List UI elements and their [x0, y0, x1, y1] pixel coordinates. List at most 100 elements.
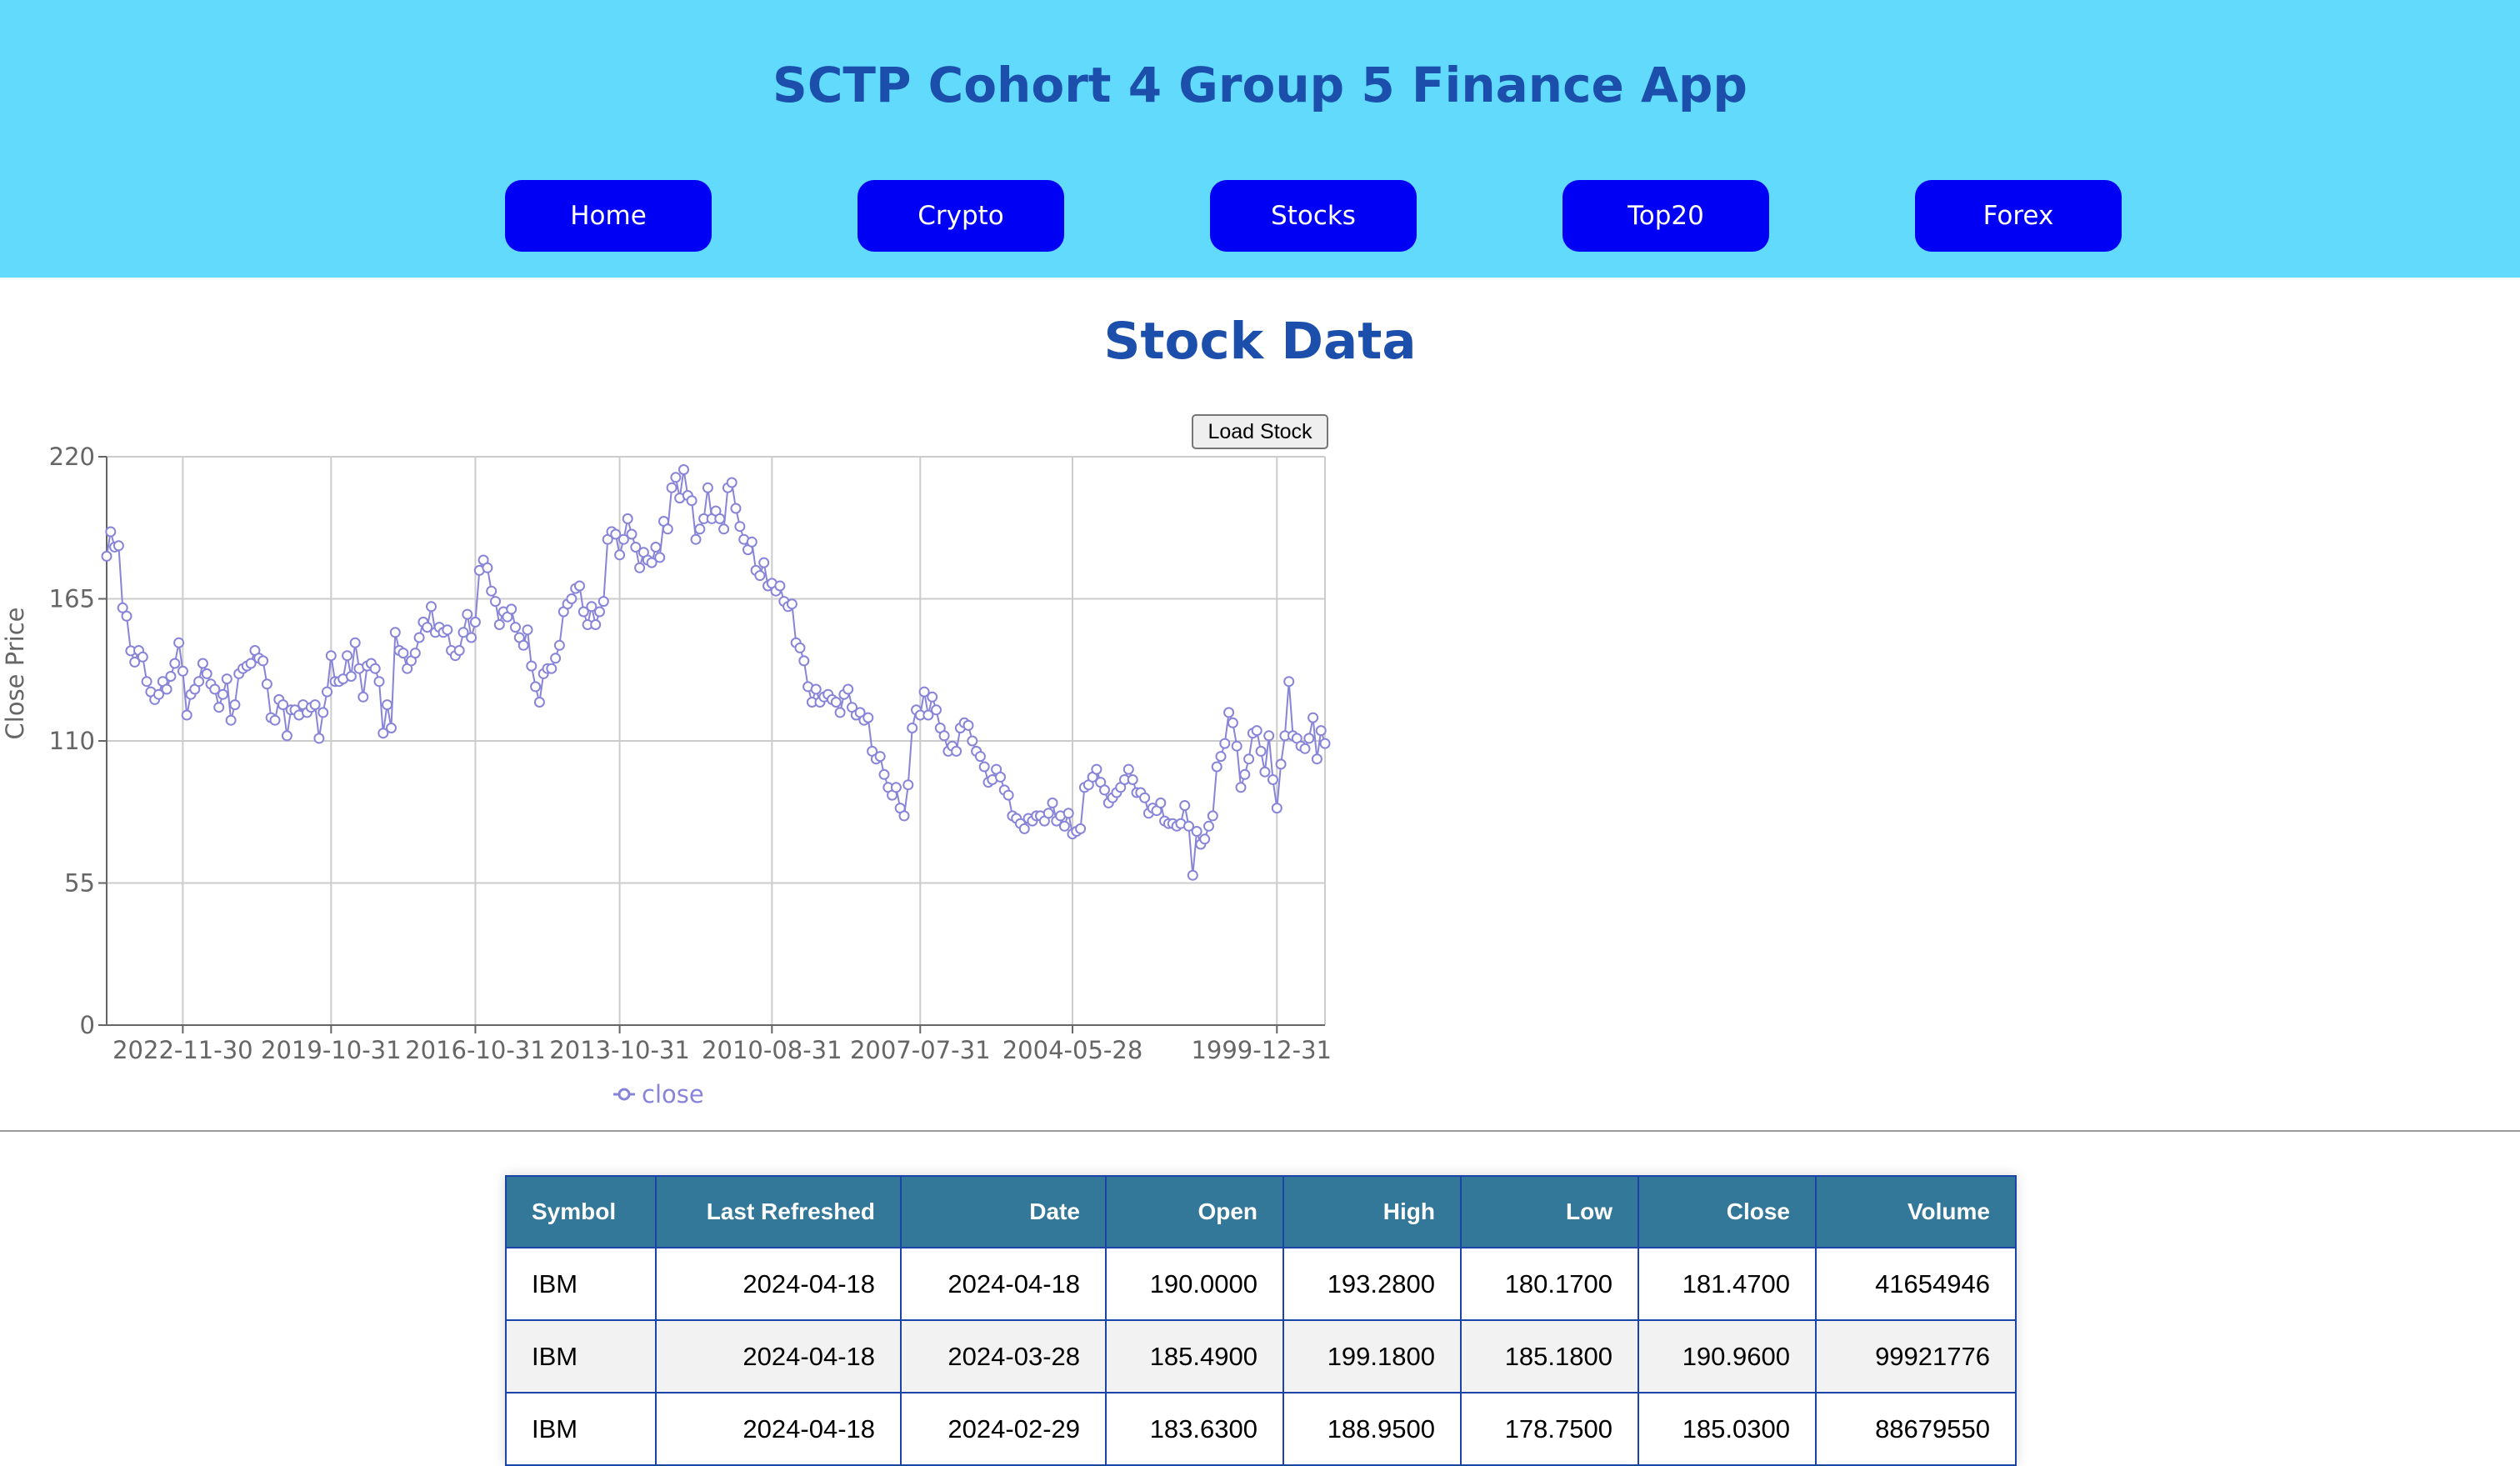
data-point: [373, 676, 385, 688]
data-point: [229, 699, 241, 711]
data-point: [1299, 743, 1311, 754]
x-tick-label: 2022-11-30: [112, 1036, 253, 1064]
column-header-high[interactable]: High: [1282, 1175, 1462, 1248]
y-tick-labels: 0 55 110 165 220: [49, 443, 107, 1039]
nav-crypto-button[interactable]: Crypto: [858, 180, 1064, 252]
data-point: [938, 730, 950, 742]
data-point: [553, 639, 565, 651]
data-point: [1223, 707, 1235, 718]
data-point: [1203, 820, 1214, 832]
data-point: [678, 464, 689, 475]
data-point: [382, 699, 393, 711]
nav-home-button[interactable]: Home: [505, 180, 712, 252]
data-point: [974, 751, 986, 763]
nav-stocks-button[interactable]: Stocks: [1210, 180, 1417, 252]
data-point: [654, 552, 666, 563]
data-point: [313, 733, 325, 744]
x-tick-label: 2019-10-31: [261, 1036, 402, 1064]
y-tick-label: 220: [49, 443, 95, 471]
cell-high: 188.9500: [1282, 1392, 1462, 1466]
data-point: [533, 697, 545, 708]
data-point: [1219, 738, 1231, 749]
data-point: [522, 624, 533, 636]
data-point: [614, 549, 626, 561]
data-point: [281, 730, 292, 742]
data-point: [995, 771, 1006, 783]
y-tick-label: 55: [64, 869, 95, 898]
stock-data-table: Symbol Last Refreshed Date Open High Low…: [505, 1175, 2017, 1466]
data-point: [890, 782, 902, 793]
data-point: [177, 665, 188, 677]
data-point: [1215, 751, 1227, 763]
y-tick-label: 0: [80, 1011, 95, 1039]
column-header-symbol[interactable]: Symbol: [505, 1175, 657, 1248]
column-header-volume[interactable]: Volume: [1815, 1175, 2017, 1248]
data-point: [1091, 763, 1102, 775]
data-point: [1268, 774, 1278, 785]
data-point: [369, 663, 381, 674]
data-point: [101, 550, 112, 562]
x-tick-labels: 2022-11-30 2019-10-31 2016-10-31 2013-10-31…: [112, 1025, 1332, 1064]
data-point: [786, 598, 798, 610]
data-point: [810, 683, 822, 695]
data-point: [1235, 782, 1247, 793]
data-point: [1315, 725, 1327, 737]
data-point: [622, 513, 633, 524]
data-point: [1062, 808, 1074, 819]
cell-high: 193.2800: [1282, 1247, 1462, 1321]
data-point: [730, 503, 742, 514]
data-point: [486, 585, 498, 597]
data-point: [907, 723, 918, 733]
column-header-open[interactable]: Open: [1105, 1175, 1284, 1248]
data-point: [714, 513, 726, 524]
data-point: [1303, 733, 1315, 744]
cell-low: 180.1700: [1460, 1247, 1639, 1321]
data-point: [546, 663, 558, 674]
data-point: [1275, 758, 1287, 770]
data-point: [518, 639, 529, 651]
nav-top20-button[interactable]: Top20: [1562, 180, 1769, 252]
column-header-low[interactable]: Low: [1460, 1175, 1639, 1248]
cell-volume: 88679550: [1815, 1392, 2017, 1466]
data-point: [694, 523, 706, 535]
data-point: [550, 653, 562, 664]
data-point: [269, 714, 281, 726]
data-point: [221, 673, 232, 685]
data-point: [218, 688, 228, 700]
column-header-close[interactable]: Close: [1638, 1175, 1817, 1248]
data-point: [197, 658, 208, 669]
data-point: [1311, 753, 1322, 765]
cell-close: 185.0300: [1638, 1392, 1817, 1466]
x-tick-label: 2004-05-28: [1002, 1036, 1143, 1064]
data-point: [225, 714, 237, 726]
data-point: [702, 482, 713, 493]
data-point: [927, 691, 938, 703]
data-point: [325, 650, 337, 662]
app-title: SCTP Cohort 4 Group 5 Finance App: [772, 57, 1748, 113]
x-tick-label: 2016-10-31: [405, 1036, 546, 1064]
data-point: [318, 707, 329, 718]
cell-symbol: IBM: [505, 1247, 657, 1321]
column-header-last-refreshed[interactable]: Last Refreshed: [655, 1175, 902, 1248]
data-point: [931, 704, 942, 716]
data-point: [1179, 800, 1191, 811]
data-point: [1211, 761, 1222, 773]
data-point: [1122, 763, 1134, 775]
data-point: [1251, 725, 1262, 737]
x-tick-label: 2007-07-31: [850, 1036, 991, 1064]
data-point: [409, 648, 421, 659]
column-header-date[interactable]: Date: [900, 1175, 1107, 1248]
cell-date: 2024-04-18: [900, 1247, 1107, 1321]
data-point: [1047, 797, 1058, 808]
close-price-chart: Close Price 0 55 110 165 220 2022-11-30 2019-…: [1, 443, 1332, 1108]
data-point: [1018, 823, 1030, 834]
nav-forex-button[interactable]: Forex: [1915, 180, 2122, 252]
cell-symbol: IBM: [505, 1319, 657, 1393]
data-point: [1002, 789, 1014, 801]
data-point: [726, 477, 738, 488]
data-point: [506, 603, 518, 615]
data-point: [389, 627, 401, 638]
data-point: [141, 676, 152, 688]
data-point: [342, 650, 353, 662]
data-point: [201, 668, 212, 679]
